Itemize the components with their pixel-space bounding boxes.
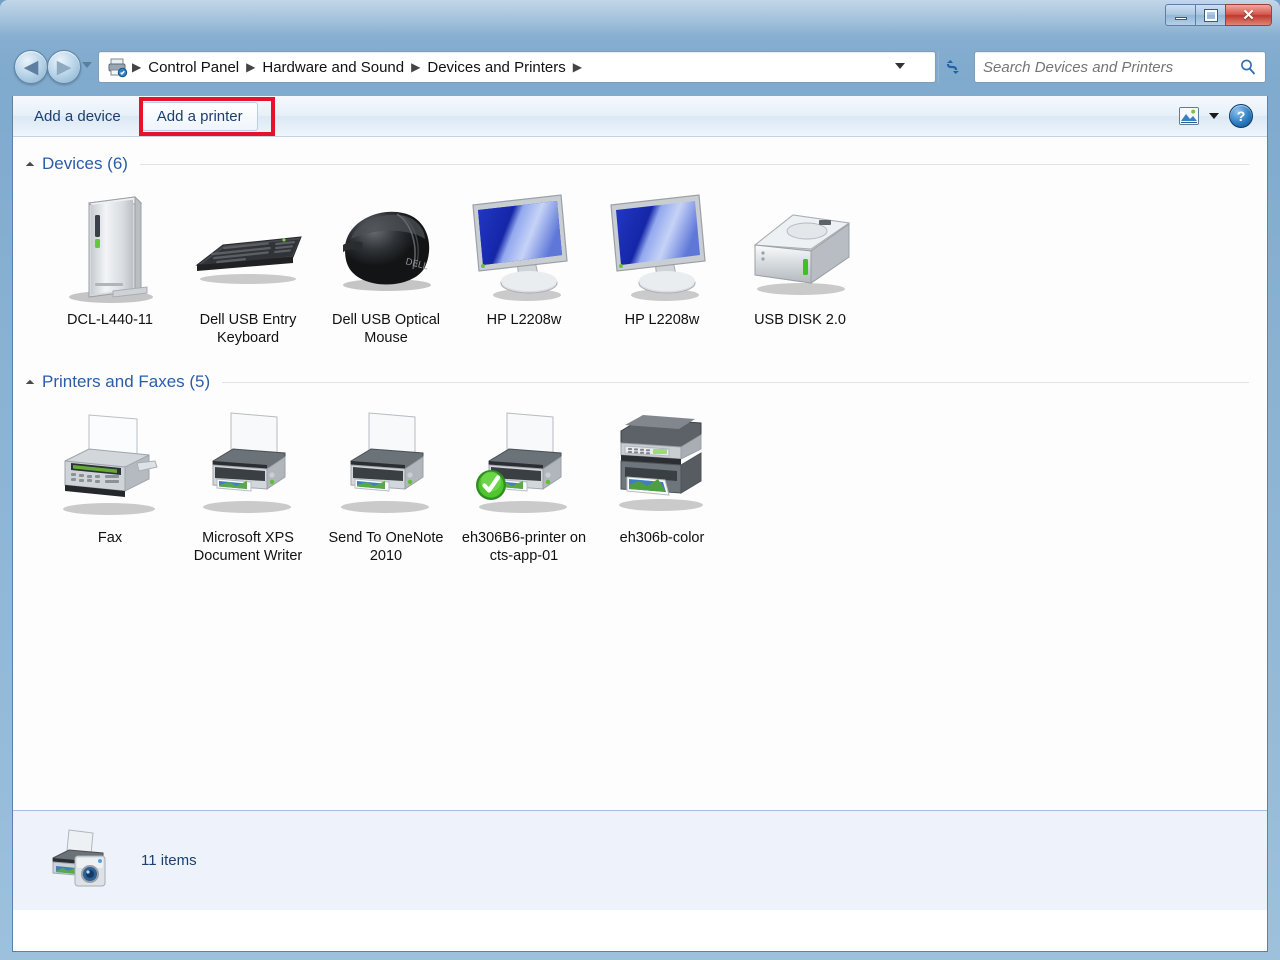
status-bar: 11 items	[13, 810, 1267, 910]
address-bar[interactable]: ▶ Control Panel ▶ Hardware and Sound ▶ D…	[98, 51, 936, 83]
device-tile-hp-l2208w-1[interactable]: HP L2208w	[455, 187, 593, 347]
toolbar-right-group: ?	[1179, 104, 1267, 128]
minimize-button[interactable]	[1165, 4, 1195, 26]
keyboard-icon	[189, 187, 307, 305]
back-button[interactable]: ◀	[14, 50, 48, 84]
printer-camera-icon	[47, 828, 119, 894]
devices-tile-list: DCL-L440-11 Dell USB Entry Keyboard DELL…	[13, 177, 1267, 347]
device-tile-dcl-l440-11[interactable]: DCL-L440-11	[41, 187, 179, 347]
printer-label: Send To OneNote 2010	[328, 530, 444, 565]
breadcrumb-control-panel[interactable]: Control Panel	[143, 57, 244, 78]
forward-button[interactable]: ▶	[47, 50, 81, 84]
command-toolbar: Add a device Add a printer ?	[13, 96, 1267, 137]
device-label: USB DISK 2.0	[754, 312, 846, 328]
maximize-button[interactable]	[1195, 4, 1225, 26]
help-button[interactable]: ?	[1229, 104, 1253, 128]
collapse-triangle-icon[interactable]	[25, 379, 35, 388]
client-area: Add a device Add a printer ? Devices (6)…	[12, 96, 1268, 952]
printer-tile-microsoft-xps-document-writer[interactable]: Microsoft XPS Document Writer	[179, 405, 317, 565]
breadcrumb-devices-and-printers[interactable]: Devices and Printers	[422, 57, 570, 78]
external-drive-icon	[741, 187, 859, 305]
close-icon: ✕	[1242, 7, 1255, 24]
device-label: HP L2208w	[624, 312, 700, 328]
printer-label: Microsoft XPS Document Writer	[193, 530, 303, 565]
printer-icon	[327, 405, 445, 523]
group-label-devices: Devices (6)	[42, 154, 128, 173]
monitor-icon	[603, 187, 721, 305]
printer-tile-send-to-onenote-2010[interactable]: Send To OneNote 2010	[317, 405, 455, 565]
device-label: Dell USB Entry Keyboard	[199, 312, 297, 347]
breadcrumb-separator: ▶	[572, 60, 582, 74]
device-tile-dell-usb-entry-keyboard[interactable]: Dell USB Entry Keyboard	[179, 187, 317, 347]
printer-icon	[189, 405, 307, 523]
view-chevron-down-icon[interactable]	[1209, 113, 1219, 119]
breadcrumb-separator: ▶	[246, 60, 256, 74]
breadcrumb-separator: ▶	[411, 60, 421, 74]
computer-tower-icon	[51, 187, 169, 305]
window: ✕ ◀ ▶ ▶ Control Panel ▶ Hardware and Sou…	[0, 0, 1280, 960]
mouse-icon: DELL	[327, 187, 445, 305]
back-arrow-icon: ◀	[23, 55, 39, 78]
fax-machine-icon	[51, 405, 169, 523]
printer-icon	[465, 405, 583, 523]
group-label-printers: Printers and Faxes (5)	[42, 372, 211, 392]
add-a-device-button[interactable]: Add a device	[19, 102, 136, 131]
close-button[interactable]: ✕	[1225, 4, 1272, 26]
content-pane: Devices (6) DCL-L440-11 Dell USB Entry K…	[13, 137, 1267, 910]
device-label: DCL-L440-11	[67, 312, 153, 328]
printer-label: eh306b-color	[619, 530, 705, 547]
printer-label: eh306B6-printer on cts-app-01	[461, 530, 587, 565]
maximize-icon	[1203, 8, 1218, 22]
search-box[interactable]	[974, 51, 1266, 83]
group-header-printers[interactable]: Printers and Faxes (5)	[13, 369, 1267, 395]
forward-arrow-icon: ▶	[56, 55, 72, 78]
printer-icon	[106, 56, 128, 78]
breadcrumb-hardware-and-sound[interactable]: Hardware and Sound	[257, 57, 409, 78]
printer-tile-eh306b6-printer-on-cts-app-01[interactable]: eh306B6-printer on cts-app-01	[455, 405, 593, 565]
device-tile-usb-disk-20[interactable]: USB DISK 2.0	[731, 187, 869, 347]
minimize-icon	[1174, 16, 1187, 20]
device-tile-dell-usb-optical-mouse[interactable]: DELL Dell USB Optical Mouse	[317, 187, 455, 347]
group-divider	[222, 381, 1249, 383]
printer-label: Fax	[97, 530, 123, 547]
device-tile-hp-l2208w-2[interactable]: HP L2208w	[593, 187, 731, 347]
recent-pages-chevron-down-icon[interactable]	[82, 62, 92, 68]
group-divider	[139, 163, 1249, 165]
default-printer-check-badge	[476, 470, 506, 501]
title-bar: ✕	[0, 0, 1280, 32]
refresh-button[interactable]	[938, 51, 966, 83]
navigation-bar: ◀ ▶ ▶ Control Panel ▶ Hardware and Sound…	[0, 46, 1280, 90]
search-input[interactable]	[983, 58, 1239, 76]
add-a-printer-button[interactable]: Add a printer	[141, 101, 258, 131]
device-label: HP L2208w	[486, 312, 562, 328]
status-item-count: 11 items	[141, 852, 197, 869]
change-view-icon[interactable]	[1179, 107, 1199, 125]
group-header-devices[interactable]: Devices (6)	[13, 151, 1267, 177]
breadcrumb-separator: ▶	[132, 60, 142, 74]
device-label: Dell USB Optical Mouse	[332, 312, 440, 347]
collapse-triangle-icon[interactable]	[25, 161, 35, 170]
printer-tile-eh306b-color[interactable]: eh306b-color	[593, 405, 731, 565]
address-chevron-down-icon[interactable]	[895, 63, 905, 69]
monitor-icon	[465, 187, 583, 305]
printer-tile-fax[interactable]: Fax	[41, 405, 179, 565]
printers-tile-list: Fax Microsoft XPS Document Writer Send T…	[13, 395, 1267, 565]
window-controls: ✕	[1165, 4, 1272, 26]
search-icon	[1241, 59, 1256, 75]
multifunction-printer-icon	[603, 405, 721, 523]
